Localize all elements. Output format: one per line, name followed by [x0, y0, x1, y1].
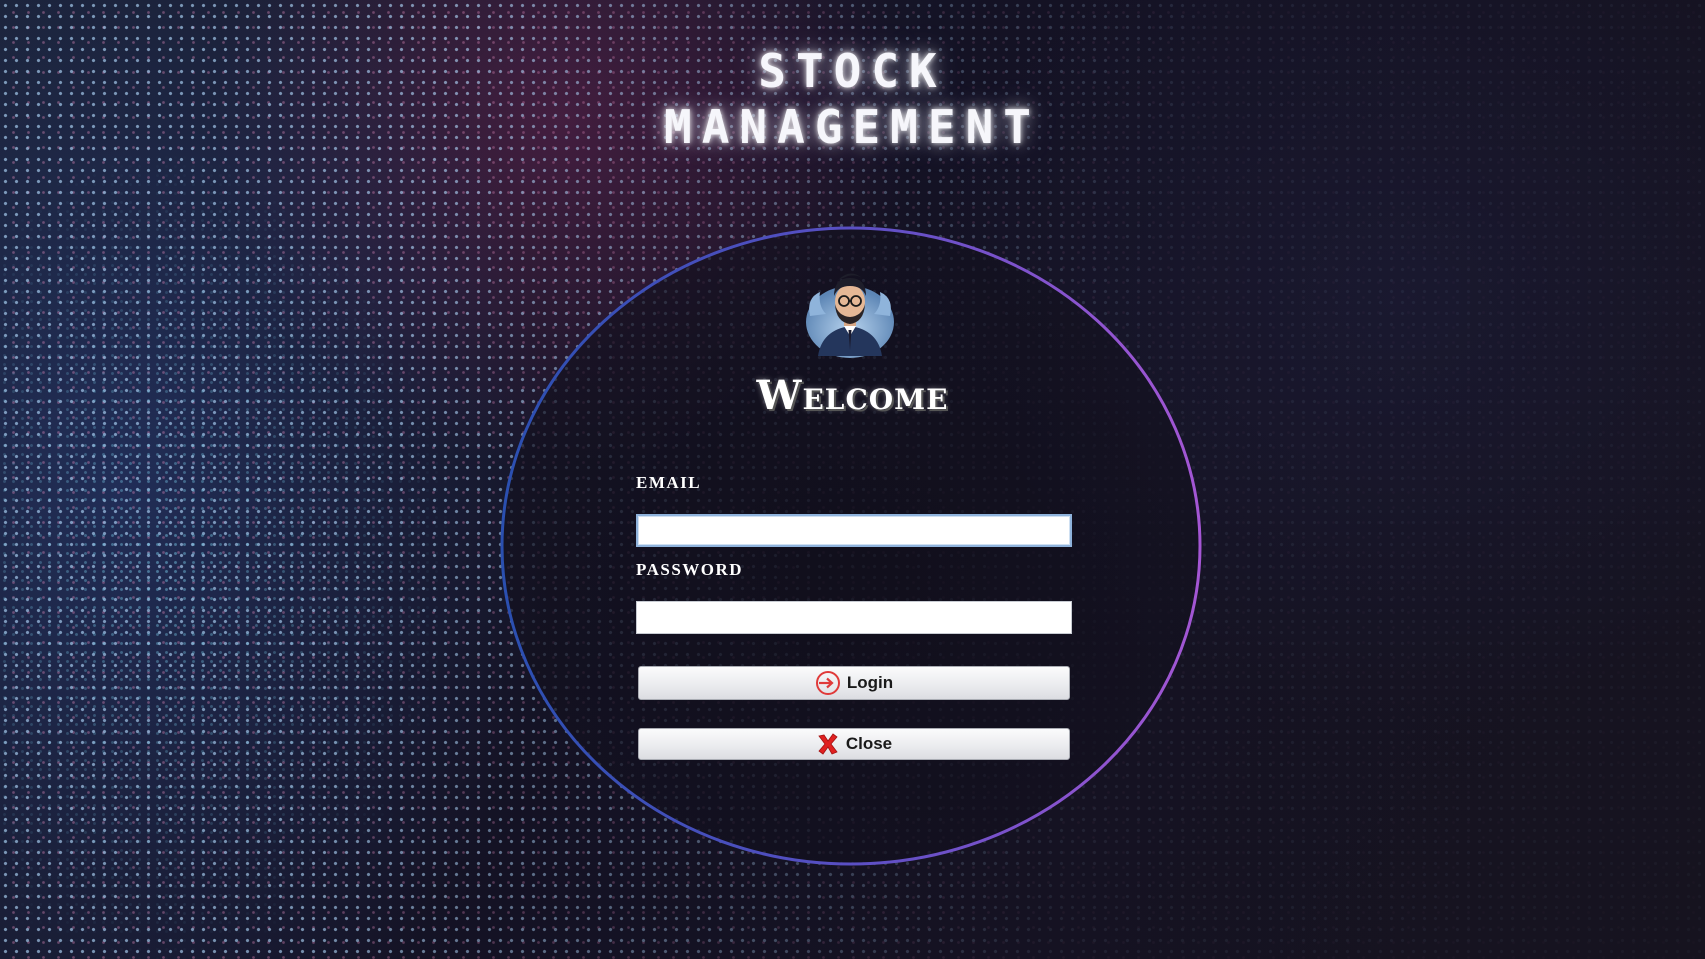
login-button-label: Login	[846, 673, 894, 692]
close-button[interactable]: Close	[638, 728, 1070, 760]
password-label: PASSWORD	[636, 560, 744, 579]
login-arrow-icon	[815, 670, 841, 696]
app-title-line1: STOCK	[758, 44, 947, 98]
email-field[interactable]	[636, 514, 1072, 547]
close-button-label: Close	[845, 734, 893, 753]
login-button[interactable]: Login	[638, 666, 1070, 700]
welcome-heading: Welcome	[756, 372, 949, 419]
password-field[interactable]	[636, 601, 1072, 634]
app-title-line2: MANAGEMENT	[664, 100, 1041, 154]
email-label: EMAIL	[636, 473, 702, 492]
user-avatar	[806, 273, 894, 358]
red-x-icon	[816, 732, 840, 756]
